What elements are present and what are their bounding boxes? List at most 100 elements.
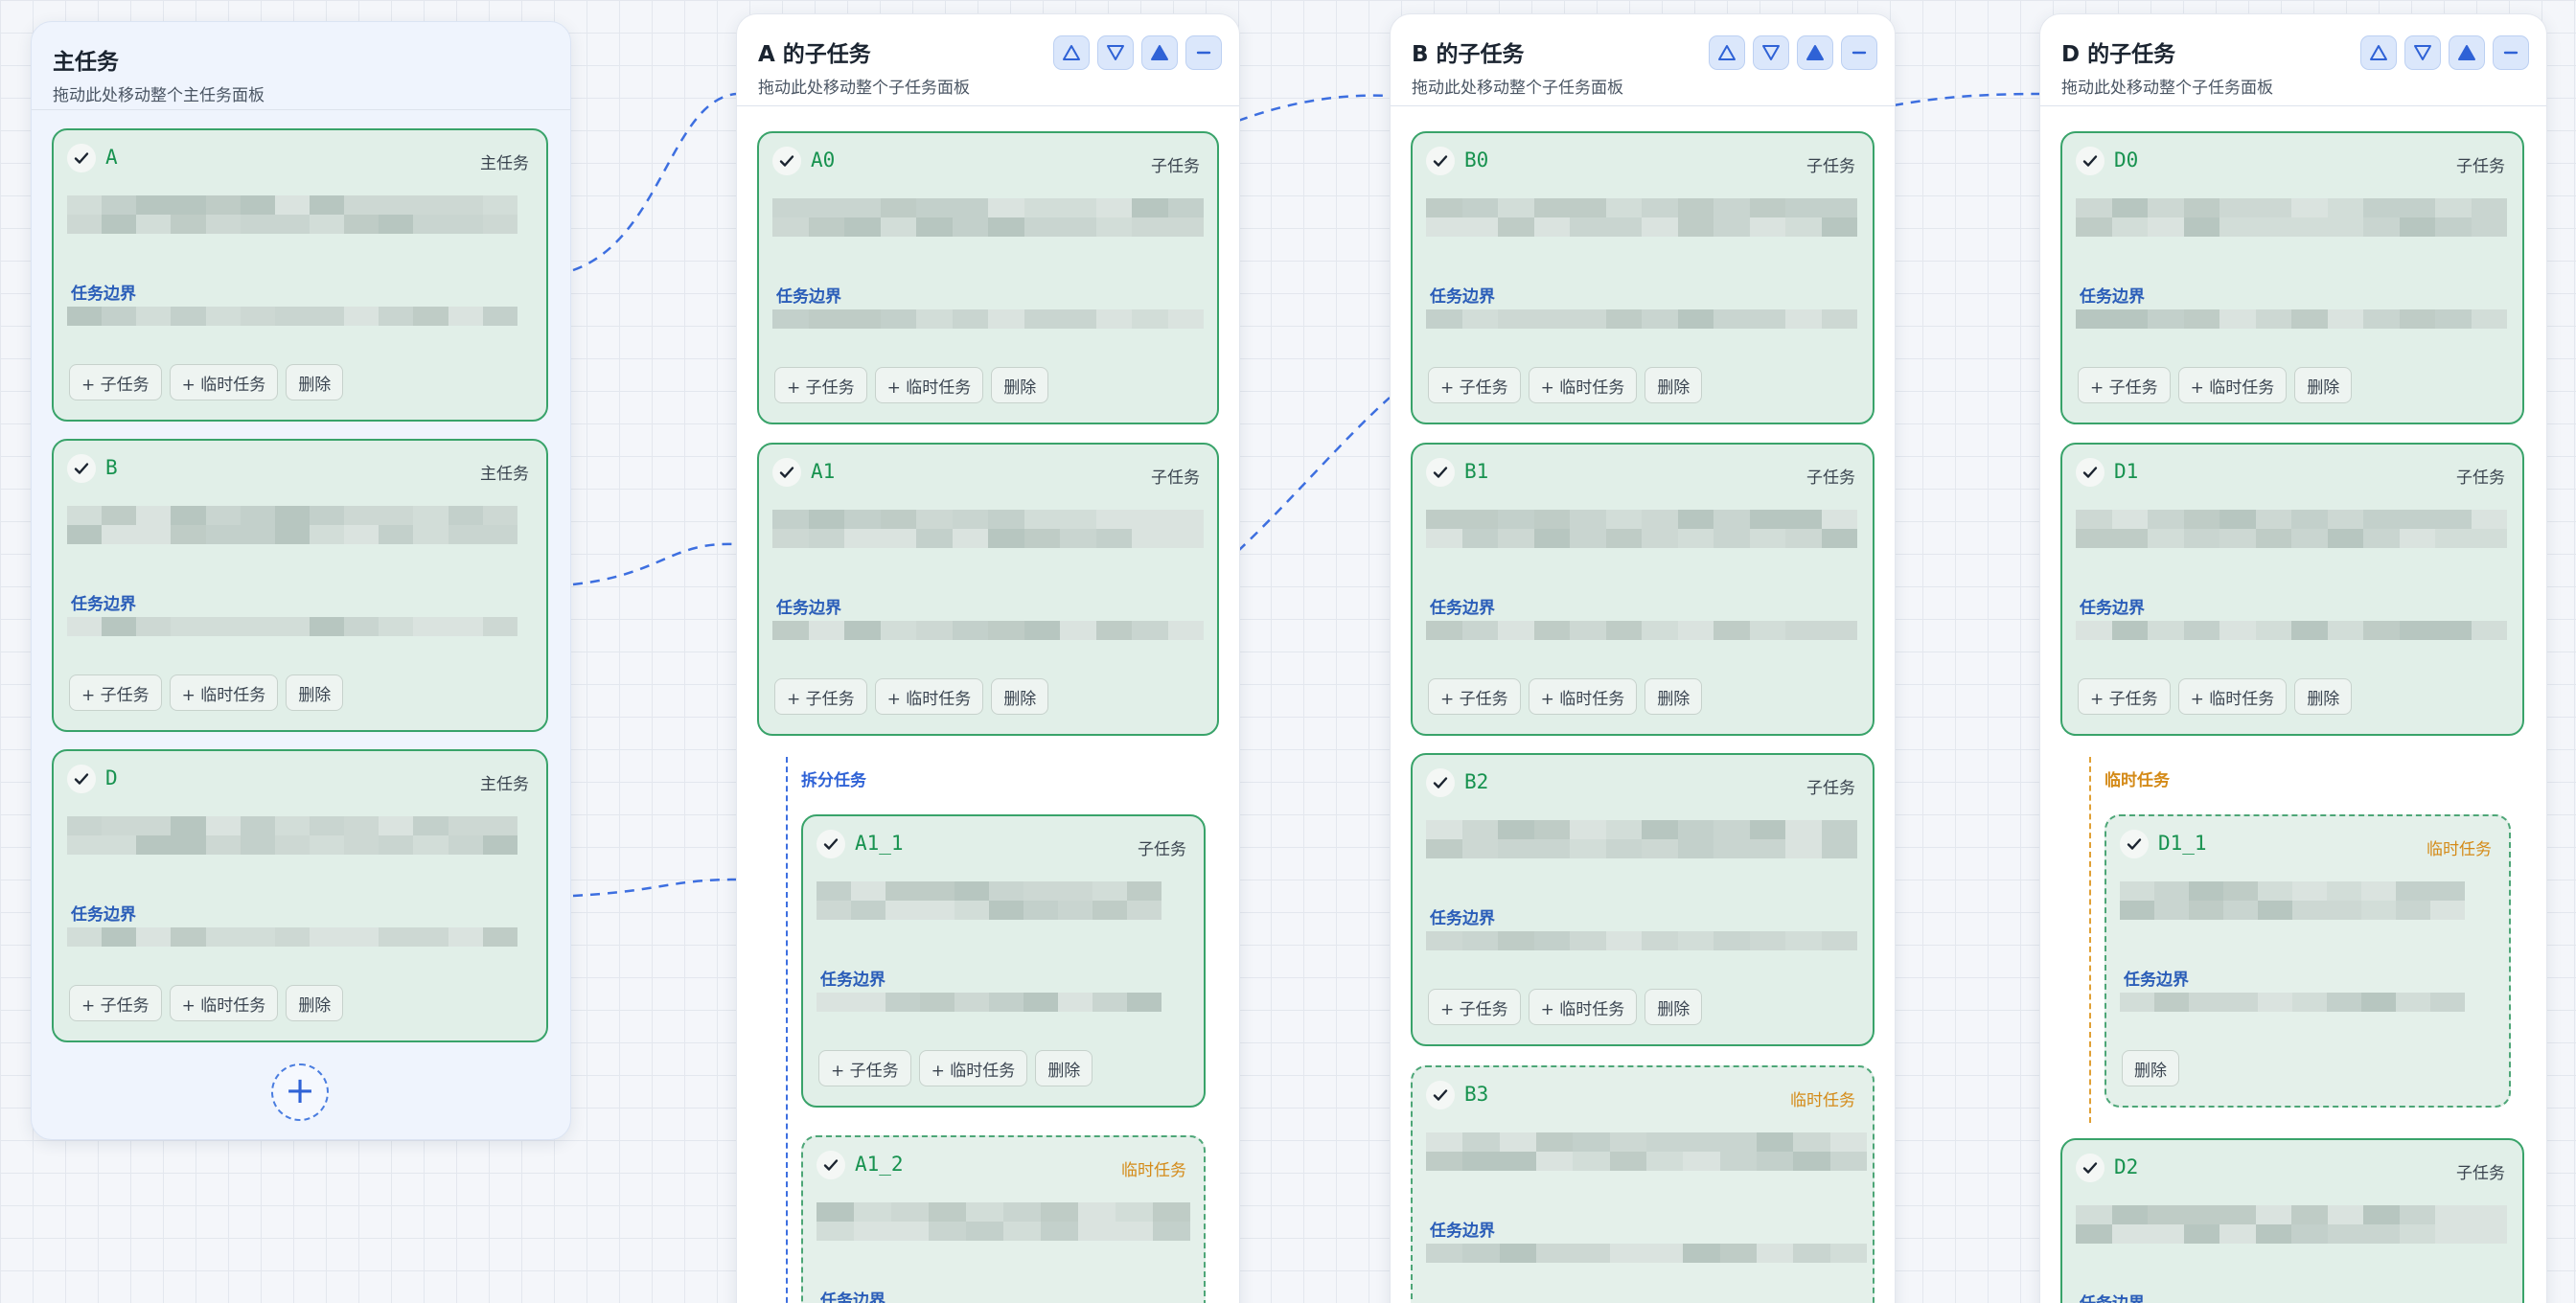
task-card[interactable]: A 主任务 任务边界 + 子任务 + 临时任务 删除 (52, 128, 548, 422)
task-card[interactable]: D1_1 临时任务 任务边界 删除 (2104, 814, 2511, 1108)
move-down-button[interactable] (1753, 35, 1789, 70)
check-icon (74, 773, 89, 785)
add-temp-task-button[interactable]: + 临时任务 (874, 678, 984, 715)
task-checkbox[interactable] (1426, 147, 1455, 175)
delete-button[interactable]: 删除 (1644, 989, 1703, 1025)
task-actions: + 子任务 + 临时任务 删除 (69, 364, 344, 400)
add-temp-task-button[interactable]: + 临时任务 (169, 364, 279, 400)
task-checkbox[interactable] (816, 1151, 845, 1179)
task-card[interactable]: A1_2 临时任务 任务边界 (801, 1135, 1206, 1303)
task-checkbox[interactable] (1426, 458, 1455, 487)
add-subtask-button[interactable]: + 子任务 (69, 674, 162, 711)
task-boundary-label: 任务边界 (1430, 287, 1495, 307)
add-temp-task-button[interactable]: + 临时任务 (918, 1050, 1028, 1086)
task-checkbox[interactable] (2076, 1154, 2104, 1182)
delete-button[interactable]: 删除 (1035, 1050, 1093, 1086)
task-checkbox[interactable] (772, 147, 801, 175)
task-checkbox[interactable] (2120, 830, 2149, 858)
task-card[interactable]: D1 子任务 任务边界 + 子任务 + 临时任务 删除 (2060, 443, 2524, 736)
collapse-button[interactable] (2493, 35, 2529, 70)
add-subtask-button[interactable]: + 子任务 (1428, 989, 1521, 1025)
move-top-button[interactable] (1141, 35, 1178, 70)
add-subtask-button[interactable]: + 子任务 (1428, 678, 1521, 715)
move-up-button[interactable] (2360, 35, 2397, 70)
task-card[interactable]: D2 子任务任务边界 (2060, 1138, 2524, 1303)
add-subtask-button[interactable]: + 子任务 (1428, 367, 1521, 403)
task-card[interactable]: B2 子任务 任务边界 + 子任务 + 临时任务 删除 (1411, 753, 1874, 1046)
panel-drag-header[interactable]: B 的子任务 拖动此处移动整个子任务面板 (1391, 14, 1895, 106)
delete-button[interactable]: 删除 (1644, 678, 1703, 715)
add-subtask-button[interactable]: + 子任务 (818, 1050, 911, 1086)
delete-button[interactable]: 删除 (1644, 367, 1703, 403)
add-subtask-button[interactable]: + 子任务 (2078, 367, 2171, 403)
task-actions: + 子任务 + 临时任务 删除 (1428, 989, 1703, 1025)
task-checkbox[interactable] (2076, 147, 2104, 175)
delete-button[interactable]: 删除 (991, 367, 1049, 403)
panel-drag-header[interactable]: 主任务 拖动此处移动整个主任务面板 (32, 22, 570, 110)
task-actions: + 子任务 + 临时任务 删除 (774, 678, 1049, 715)
redacted-text (2076, 510, 2507, 548)
panel-subtitle: 拖动此处移动整个子任务面板 (1412, 79, 1623, 98)
task-card[interactable]: A1 子任务 任务边界 + 子任务 + 临时任务 删除 (757, 443, 1219, 736)
task-checkbox[interactable] (2076, 458, 2104, 487)
task-card[interactable]: B3 临时任务 任务边界 (1411, 1065, 1874, 1303)
add-temp-task-button[interactable]: + 临时任务 (874, 367, 984, 403)
task-checkbox[interactable] (816, 830, 845, 858)
panel-subtitle: 拖动此处移动整个主任务面板 (53, 86, 264, 105)
task-card[interactable]: D0 子任务 任务边界 + 子任务 + 临时任务 删除 (2060, 131, 2524, 424)
task-name: A1 (811, 460, 836, 483)
task-checkbox[interactable] (67, 765, 96, 793)
task-actions: + 子任务 + 临时任务 删除 (2078, 678, 2353, 715)
task-checkbox[interactable] (772, 458, 801, 487)
task-boundary-label: 任务边界 (2080, 1290, 2145, 1303)
move-down-button[interactable] (1097, 35, 1134, 70)
add-subtask-button[interactable]: + 子任务 (69, 364, 162, 400)
task-checkbox[interactable] (67, 144, 96, 172)
task-actions: + 子任务 + 临时任务 删除 (1428, 367, 1703, 403)
add-temp-task-button[interactable]: + 临时任务 (1528, 989, 1638, 1025)
task-name: B0 (1464, 149, 1489, 171)
task-card[interactable]: A0 子任务 任务边界 + 子任务 + 临时任务 删除 (757, 131, 1219, 424)
delete-button[interactable]: 删除 (2122, 1050, 2179, 1086)
add-temp-task-button[interactable]: + 临时任务 (1528, 367, 1638, 403)
delete-button[interactable]: 删除 (286, 985, 344, 1021)
task-checkbox[interactable] (1426, 1081, 1455, 1109)
delete-button[interactable]: 删除 (286, 674, 344, 711)
panel-drag-header[interactable]: D 的子任务 拖动此处移动整个子任务面板 (2040, 14, 2546, 106)
task-card[interactable]: D 主任务 任务边界 + 子任务 + 临时任务 删除 (52, 749, 548, 1042)
task-checkbox[interactable] (67, 454, 96, 483)
task-card[interactable]: A1_1 子任务 任务边界 + 子任务 + 临时任务 删除 (801, 814, 1206, 1108)
delete-button[interactable]: 删除 (2294, 367, 2353, 403)
move-up-button[interactable] (1053, 35, 1090, 70)
move-down-button[interactable] (2404, 35, 2441, 70)
add-main-task-button[interactable]: + (271, 1063, 329, 1121)
add-temp-task-button[interactable]: + 临时任务 (169, 985, 279, 1021)
move-top-button[interactable] (1797, 35, 1833, 70)
task-card[interactable]: B1 子任务 任务边界 + 子任务 + 临时任务 删除 (1411, 443, 1874, 736)
delete-button[interactable]: 删除 (991, 678, 1049, 715)
add-subtask-button[interactable]: + 子任务 (774, 367, 867, 403)
add-subtask-button[interactable]: + 子任务 (774, 678, 867, 715)
delete-button[interactable]: 删除 (286, 364, 344, 400)
task-card[interactable]: B 主任务 任务边界 + 子任务 + 临时任务 删除 (52, 439, 548, 732)
add-temp-task-button[interactable]: + 临时任务 (169, 674, 279, 711)
collapse-button[interactable] (1841, 35, 1877, 70)
redacted-text (2076, 309, 2507, 329)
temp-task-rail (2089, 757, 2091, 1123)
panel-drag-header[interactable]: A 的子任务 拖动此处移动整个子任务面板 (737, 14, 1239, 106)
add-temp-task-button[interactable]: + 临时任务 (1528, 678, 1638, 715)
move-up-button[interactable] (1709, 35, 1745, 70)
move-top-button[interactable] (2449, 35, 2485, 70)
task-card[interactable]: B0 子任务 任务边界 + 子任务 + 临时任务 删除 (1411, 131, 1874, 424)
task-boundary-label: 任务边界 (71, 905, 136, 925)
add-temp-task-button[interactable]: + 临时任务 (2177, 367, 2288, 403)
collapse-button[interactable] (1185, 35, 1222, 70)
delete-button[interactable]: 删除 (2294, 678, 2353, 715)
add-subtask-button[interactable]: + 子任务 (2078, 678, 2171, 715)
task-actions: + 子任务 + 临时任务 删除 (69, 985, 344, 1021)
task-checkbox[interactable] (1426, 768, 1455, 797)
add-subtask-button[interactable]: + 子任务 (69, 985, 162, 1021)
add-temp-task-button[interactable]: + 临时任务 (2177, 678, 2288, 715)
task-actions: + 子任务 + 临时任务 删除 (818, 1050, 1093, 1086)
panel-title: D 的子任务 (2061, 42, 2176, 67)
